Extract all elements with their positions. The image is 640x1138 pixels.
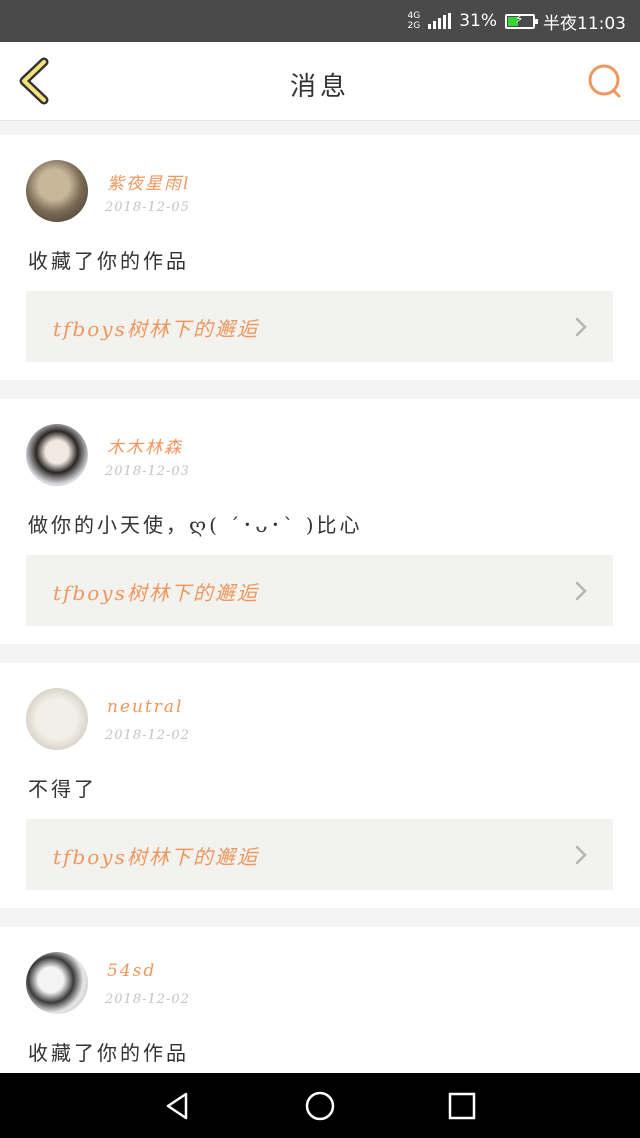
work-link[interactable]: tfboys树林下的邂逅 [26, 555, 613, 626]
nav-back-button[interactable] [162, 1090, 194, 1122]
message-card: 紫夜星雨l 2018-12-05 收藏了你的作品 tfboys树林下的邂逅 [0, 135, 640, 380]
nav-recents-button[interactable] [446, 1090, 478, 1122]
avatar[interactable] [26, 952, 88, 1014]
square-recents-icon [448, 1092, 476, 1120]
status-icons: 4G 2G 31% ⚡ 半夜11:03 [408, 0, 627, 42]
message-text: 不得了 [28, 777, 97, 801]
username[interactable]: neutral [107, 697, 184, 717]
message-card: neutral 2018-12-02 不得了 tfboys树林下的邂逅 [0, 663, 640, 908]
app-header: 消息 [0, 42, 640, 121]
work-link[interactable]: tfboys树林下的邂逅 [26, 291, 613, 362]
triangle-back-icon [166, 1092, 188, 1120]
battery-percent: 31% [459, 11, 497, 31]
message-date: 2018-12-02 [105, 992, 190, 1007]
status-bar: 4G 2G 31% ⚡ 半夜11:03 [0, 0, 640, 42]
search-button[interactable] [586, 62, 624, 100]
signal-icon [428, 13, 452, 29]
message-card: 54sd 2018-12-02 收藏了你的作品 [0, 927, 640, 1087]
avatar[interactable] [26, 160, 88, 222]
work-link[interactable]: tfboys树林下的邂逅 [26, 819, 613, 890]
network-top: 4G [407, 11, 421, 21]
message-date: 2018-12-03 [105, 464, 190, 479]
avatar[interactable] [26, 424, 88, 486]
username[interactable]: 木木林森 [107, 433, 183, 458]
circle-home-icon [305, 1091, 335, 1121]
page-title: 消息 [289, 72, 350, 102]
chevron-right-icon [575, 845, 587, 865]
search-icon [588, 64, 621, 98]
message-text: 收藏了你的作品 [28, 249, 189, 273]
message-card: 木木林森 2018-12-03 做你的小天使，ღ( ´･ᴗ･` )比心 tfbo… [0, 399, 640, 644]
nav-home-button[interactable] [304, 1090, 336, 1122]
chevron-right-icon [575, 317, 587, 337]
message-date: 2018-12-05 [105, 200, 190, 215]
username[interactable]: 紫夜星雨l [107, 169, 190, 194]
network-bottom: 2G [407, 21, 421, 31]
work-title: tfboys树林下的邂逅 [53, 845, 259, 869]
message-text: 收藏了你的作品 [28, 1041, 189, 1065]
message-date: 2018-12-02 [105, 728, 190, 743]
work-title: tfboys树林下的邂逅 [53, 581, 259, 605]
clock: 半夜11:03 [543, 13, 626, 34]
network-type: 4G 2G [408, 11, 421, 31]
avatar[interactable] [26, 688, 88, 750]
username[interactable]: 54sd [107, 961, 156, 981]
chevron-right-icon [575, 581, 587, 601]
work-title: tfboys树林下的邂逅 [53, 317, 259, 341]
message-text: 做你的小天使，ღ( ´･ᴗ･` )比心 [28, 513, 363, 537]
system-nav-bar [0, 1073, 640, 1138]
battery-icon: ⚡ [505, 12, 538, 29]
